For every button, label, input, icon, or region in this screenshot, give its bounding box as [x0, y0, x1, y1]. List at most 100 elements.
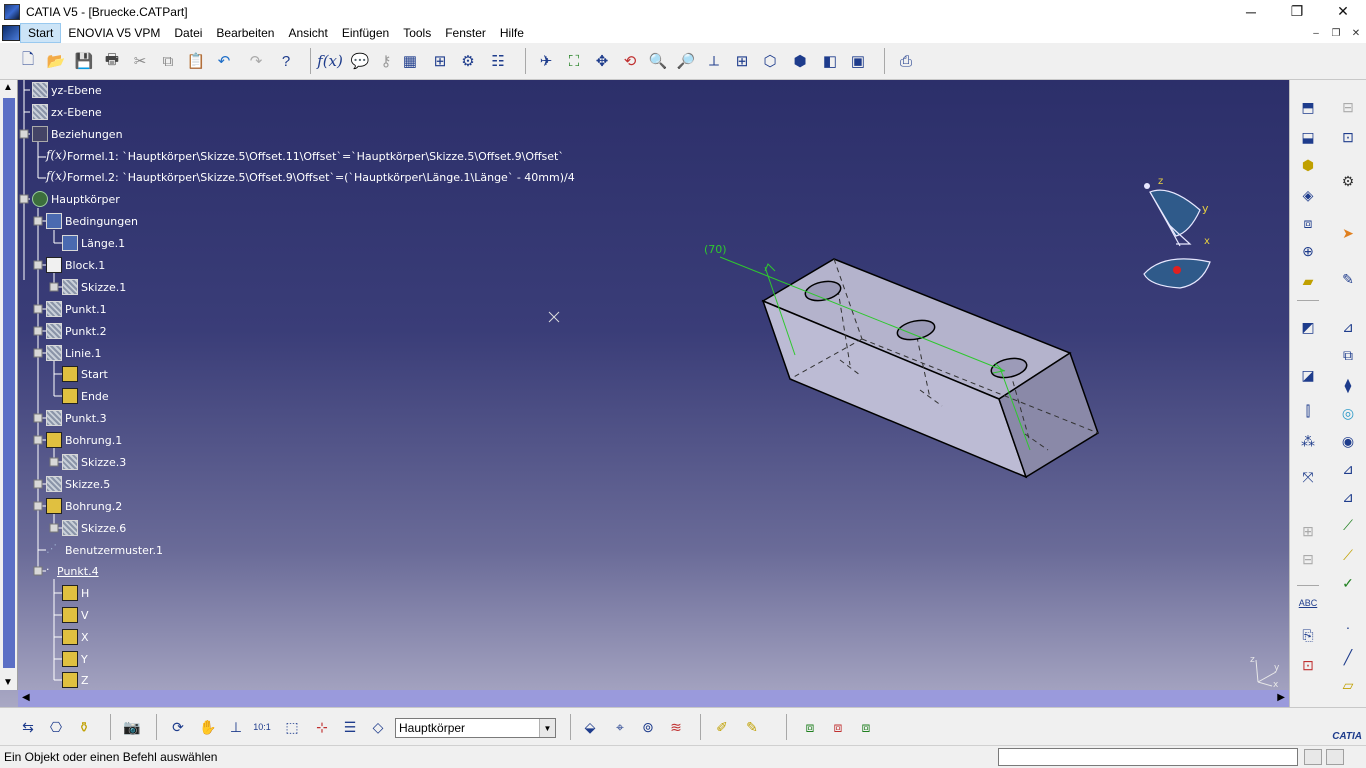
- tree-node-param-z[interactable]: Z: [62, 670, 89, 690]
- thick-surface-icon[interactable]: ⟋: [1337, 514, 1359, 536]
- hole-icon[interactable]: ◈: [1297, 184, 1319, 206]
- status-button-2[interactable]: [1326, 749, 1344, 765]
- scaling-icon[interactable]: ⤧: [1297, 466, 1319, 488]
- mirror-icon[interactable]: ⫿: [1297, 400, 1319, 422]
- tree-node-line-1[interactable]: Linie.1: [46, 343, 101, 363]
- shading-icon[interactable]: ⬢: [790, 51, 810, 71]
- table-icon[interactable]: ▦: [400, 51, 420, 71]
- text-annotation-icon[interactable]: ABC: [1297, 592, 1319, 614]
- status-button-1[interactable]: [1304, 749, 1322, 765]
- list-icon[interactable]: ☰: [340, 717, 360, 737]
- analysis-1-icon[interactable]: ⧈: [800, 717, 820, 737]
- draft-icon[interactable]: ⊿: [1337, 458, 1359, 480]
- close-button[interactable]: ✕: [1320, 0, 1366, 23]
- measure-icon[interactable]: ⊡: [1297, 654, 1319, 676]
- new-icon[interactable]: 🗋: [18, 51, 38, 71]
- assemble-icon[interactable]: ⊟: [1297, 548, 1319, 570]
- catalog-icon[interactable]: ⚙: [458, 51, 478, 71]
- tree-node-hole-2[interactable]: Bohrung.2: [46, 496, 122, 516]
- plane-icon[interactable]: ▰: [1297, 270, 1319, 292]
- catia-app-icon[interactable]: [4, 3, 20, 20]
- menu-start[interactable]: Start: [20, 23, 62, 43]
- iso-view-icon[interactable]: ⬡: [760, 51, 780, 71]
- catalog-browser-icon[interactable]: ⊚: [638, 717, 658, 737]
- power-input-field[interactable]: [998, 748, 1298, 766]
- dimension-label[interactable]: (70): [704, 243, 727, 256]
- multi-view-icon[interactable]: ⊞: [732, 51, 752, 71]
- doc-restore-button[interactable]: ❐: [1326, 23, 1346, 43]
- pocket-icon[interactable]: ⬓: [1297, 126, 1319, 148]
- select-arrow-icon[interactable]: ➤: [1337, 222, 1359, 244]
- settings-gear-icon[interactable]: ⚙: [1337, 170, 1359, 192]
- measure-inertia-icon[interactable]: ⚱: [74, 717, 94, 737]
- tree-node-length[interactable]: Länge.1: [62, 233, 125, 253]
- redo-icon[interactable]: ↷: [246, 51, 266, 71]
- tree-node-relations[interactable]: Beziehungen: [32, 124, 123, 144]
- tree-node-sketch-1[interactable]: Skizze.1: [62, 277, 126, 297]
- pad-icon[interactable]: ⬒: [1297, 96, 1319, 118]
- rib-icon[interactable]: ⧈: [1297, 212, 1319, 234]
- tree-node-formula-1[interactable]: f(x) Formel.1: `Hauptkörper\Skizze.5\Offs…: [46, 146, 564, 166]
- scroll-left-icon[interactable]: ◀: [22, 692, 30, 703]
- undo-icon[interactable]: ↶: [214, 51, 234, 71]
- library-icon[interactable]: ≋: [666, 717, 686, 737]
- manage-icon[interactable]: ⎙: [896, 51, 916, 71]
- document-icon[interactable]: [2, 25, 20, 41]
- swap-space-icon[interactable]: ▣: [848, 51, 868, 71]
- plane-tool-icon[interactable]: ▱: [1337, 674, 1359, 696]
- chevron-down-icon[interactable]: ▼: [539, 719, 555, 737]
- compass-icon[interactable]: z y x: [1140, 174, 1220, 294]
- split-icon[interactable]: ⊿: [1337, 486, 1359, 508]
- part-geometry[interactable]: (70): [690, 150, 1120, 480]
- hand-icon[interactable]: ✋: [198, 717, 218, 737]
- point-icon[interactable]: ⊕: [1297, 240, 1319, 262]
- fly-mode-icon[interactable]: ✈: [536, 51, 556, 71]
- formula-icon[interactable]: f(x): [317, 51, 343, 71]
- chamfer-icon[interactable]: ◪: [1297, 364, 1319, 386]
- restore-button[interactable]: ❐: [1274, 0, 1320, 23]
- apply-material-icon[interactable]: ⬙: [580, 717, 600, 737]
- text-with-leader-icon[interactable]: ✎: [742, 717, 762, 737]
- rotate-icon[interactable]: ⟲: [620, 51, 640, 71]
- current-body-select[interactable]: Hauptkörper ▼: [395, 718, 556, 738]
- map-icon[interactable]: ⌖: [610, 717, 630, 737]
- menu-fenster[interactable]: Fenster: [438, 23, 493, 43]
- menu-tools[interactable]: Tools: [396, 23, 438, 43]
- pattern-icon[interactable]: ⁂: [1297, 430, 1319, 452]
- annotation-plane-icon[interactable]: ✐: [712, 717, 732, 737]
- menu-enovia[interactable]: ENOVIA V5 VPM: [61, 23, 167, 43]
- measure-item-icon[interactable]: ⎔: [46, 717, 66, 737]
- constraint-icon[interactable]: ⊟: [1337, 96, 1359, 118]
- tree-node-point-3[interactable]: Punkt.3: [46, 408, 107, 428]
- normal-view-icon[interactable]: ⟂: [704, 51, 724, 71]
- axis-system-icon[interactable]: ⊥: [226, 717, 246, 737]
- menu-datei[interactable]: Datei: [167, 23, 209, 43]
- measure-between-icon[interactable]: ⇆: [18, 717, 38, 737]
- menu-einfuegen[interactable]: Einfügen: [335, 23, 396, 43]
- work-object-icon[interactable]: ⬚: [282, 717, 302, 737]
- minimize-button[interactable]: ─: [1228, 0, 1274, 23]
- pan-icon[interactable]: ✥: [592, 51, 612, 71]
- flag-note-icon[interactable]: ⎘: [1297, 624, 1319, 646]
- tree-node-sketch-6[interactable]: Skizze.6: [62, 518, 126, 538]
- tree-node-user-pattern[interactable]: ⋰ Benutzermuster.1: [46, 540, 163, 560]
- tree-node-pad[interactable]: Block.1: [46, 255, 105, 275]
- sketcher-icon[interactable]: ✎: [1337, 268, 1359, 290]
- paste-icon[interactable]: 📋: [186, 51, 206, 71]
- sew-surface-icon[interactable]: ✓: [1337, 572, 1359, 594]
- pad-body-icon[interactable]: ⊿: [1337, 316, 1359, 338]
- parameter-lock-icon[interactable]: ⚷: [376, 51, 396, 71]
- copy-icon[interactable]: ⧉: [158, 51, 178, 71]
- scale-icon[interactable]: 10:1: [252, 717, 272, 737]
- power-copy-icon[interactable]: ⊹: [312, 717, 332, 737]
- knowledge-advisor-icon[interactable]: 💬: [350, 51, 370, 71]
- tree-node-point-2[interactable]: Punkt.2: [46, 321, 107, 341]
- sketch-based-icon[interactable]: ⧉: [1337, 344, 1359, 366]
- tree-node-sketch-5[interactable]: Skizze.5: [46, 474, 110, 494]
- tree-node-sketch-3[interactable]: Skizze.3: [62, 452, 126, 472]
- open-icon[interactable]: 📂: [46, 51, 66, 71]
- tree-node-param-y[interactable]: Y: [62, 649, 88, 669]
- hide-show-icon[interactable]: ◧: [820, 51, 840, 71]
- zoom-in-icon[interactable]: 🔍: [648, 51, 668, 71]
- tree-node-hole-1[interactable]: Bohrung.1: [46, 430, 122, 450]
